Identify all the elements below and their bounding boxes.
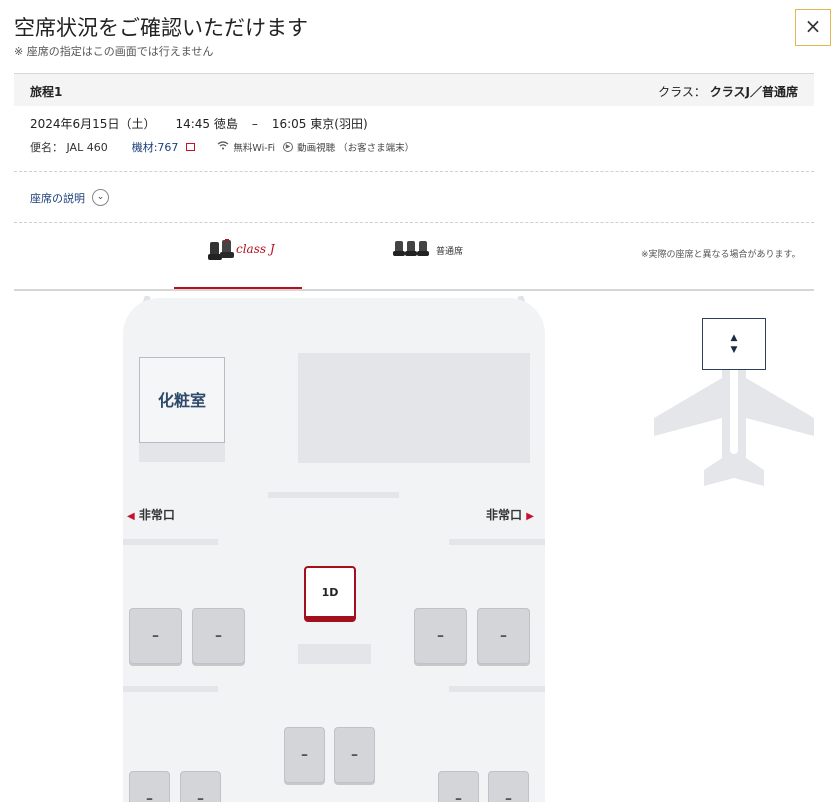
departure: 14:45 徳島 (175, 117, 238, 131)
route-separator: – (251, 117, 258, 131)
cabin-divider (123, 686, 218, 692)
cabin-divider (449, 539, 545, 545)
arrow-left-icon: ◀ (127, 511, 135, 522)
exit-right-label: 非常口 (486, 508, 523, 522)
cabin-divider (449, 686, 545, 692)
seat-occupied[interactable]: – (129, 608, 182, 664)
economy-seat-icon (393, 241, 429, 256)
seat-occupied[interactable]: – (488, 771, 529, 802)
play-icon: ▶ (283, 142, 294, 152)
itinerary-name: 旅程1 (30, 85, 63, 99)
seat-occupied[interactable]: – (192, 608, 245, 664)
exit-left: ◀ 非常口 (127, 506, 175, 523)
updown-icon: ▲ ▼ (730, 333, 738, 355)
arrow-right-icon: ▶ (526, 511, 534, 522)
class-j-seat-icon (208, 239, 234, 260)
external-link-icon[interactable] (186, 143, 196, 151)
lavatory: 化粧室 (139, 357, 225, 443)
wifi-label: 無料Wi-Fi (233, 143, 276, 154)
exit-right: 非常口 ▶ (486, 506, 534, 523)
cabin-divider (298, 644, 371, 664)
seat-occupied[interactable]: – (438, 771, 479, 802)
galley-strip (139, 443, 225, 462)
seat-explanation-label: 座席の説明 (30, 191, 85, 205)
page-title: 空席状況をご確認いただけます (14, 16, 308, 40)
close-button[interactable]: × (795, 9, 831, 46)
seat-occupied[interactable]: – (334, 727, 375, 783)
seat-occupied[interactable]: – (180, 771, 221, 802)
aircraft-link[interactable]: 機材:767 (132, 139, 179, 155)
seat-occupied[interactable]: – (284, 727, 325, 783)
seat-occupied[interactable]: – (414, 608, 467, 664)
seat-explanation-toggle[interactable]: 座席の説明 ⌄ (30, 189, 109, 206)
cabin-position-indicator[interactable]: ▲ ▼ (702, 318, 766, 370)
tab-class-j[interactable]: class J (174, 232, 302, 290)
chevron-down-icon: ⌄ (92, 189, 109, 206)
class-prefix: クラス： (658, 85, 706, 99)
video-label: 動画視聴 （お客さま端末） (297, 143, 415, 154)
flight-details: 便名： JAL 460 機材:767 無料Wi-Fi ▶ 動画視聴 （お客さま端… (30, 139, 414, 155)
class-value: クラスJ／普通席 (709, 85, 798, 99)
cabin-divider (268, 492, 399, 498)
flight-times: 2024年6月15日（土） 14:45 徳島 –16:05 東京(羽田) (30, 115, 388, 132)
itinerary-class: クラス： クラスJ／普通席 (658, 83, 798, 100)
seat-1d-available[interactable]: 1D (304, 566, 356, 622)
tab-divider (14, 289, 814, 291)
tab-economy-label: 普通席 (436, 247, 464, 257)
flight-number: 便名： JAL 460 (30, 141, 108, 154)
seat-disclaimer: ※実際の座席と異なる場合があります。 (641, 250, 801, 260)
galley-block (298, 353, 530, 463)
flight-date: 2024年6月15日（土） (30, 117, 156, 131)
page-subtitle: ※ 座席の指定はこの画面では行えません (14, 45, 214, 58)
cabin-divider (123, 539, 218, 545)
seat-occupied[interactable]: – (477, 608, 530, 664)
tab-economy[interactable]: 普通席 (386, 232, 482, 290)
divider (14, 171, 814, 172)
seat-occupied[interactable]: – (129, 771, 170, 802)
itinerary-header: 旅程1 クラス： クラスJ／普通席 (14, 73, 814, 106)
tab-class-j-label: class J (236, 242, 275, 256)
arrival: 16:05 東京(羽田) (271, 117, 368, 131)
close-icon: × (804, 14, 822, 38)
exit-left-label: 非常口 (138, 508, 175, 522)
divider (14, 222, 814, 223)
wifi-icon (217, 141, 229, 153)
